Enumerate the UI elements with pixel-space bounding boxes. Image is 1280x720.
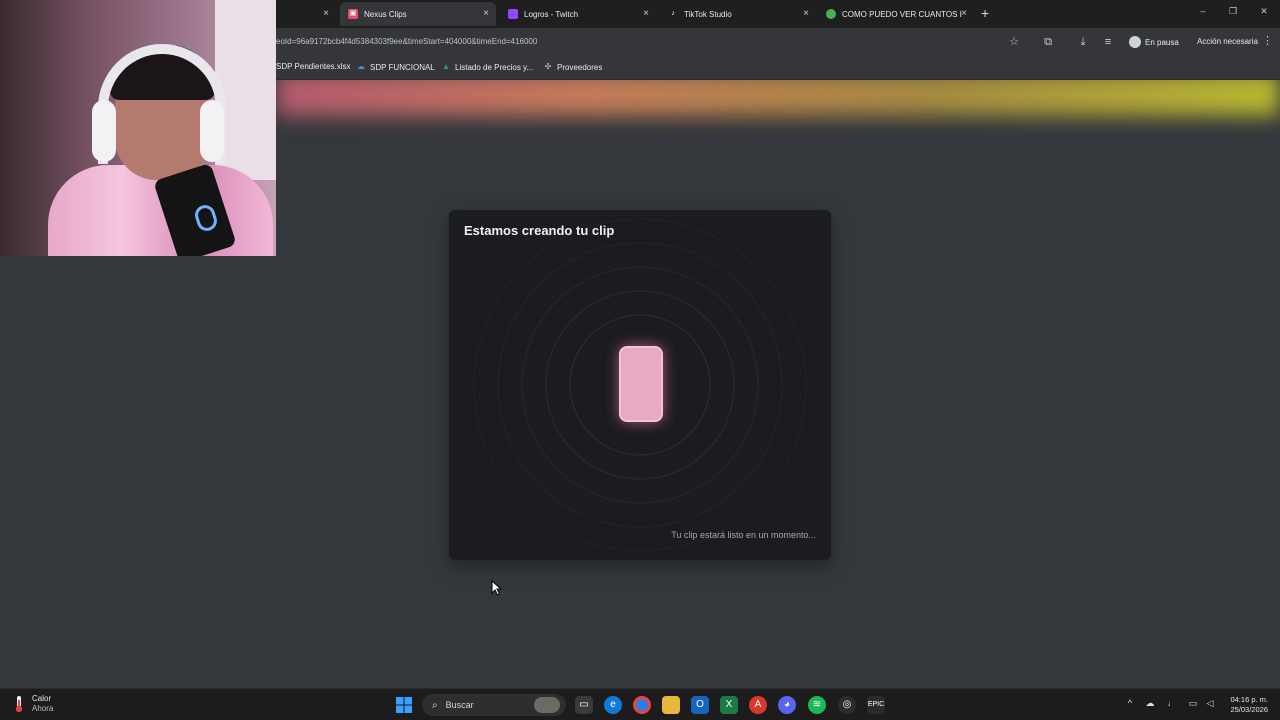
tab-label: Nexus Clips: [364, 9, 407, 19]
file-explorer-icon[interactable]: [662, 696, 680, 714]
search-highlight-image: [534, 697, 560, 713]
microphone-tray-icon[interactable]: ♩: [1165, 698, 1179, 708]
puzzle-icon: ✣: [544, 62, 552, 71]
extensions-icon[interactable]: ⧉: [1041, 35, 1055, 49]
nexus-icon: ▣: [348, 9, 358, 19]
chrome-taskbar-icon[interactable]: [633, 696, 651, 714]
weather-widget[interactable]: Calor Ahora: [14, 694, 53, 714]
tab-partial[interactable]: ×: [276, 2, 336, 26]
bookmark-sdp-funcional[interactable]: ☁ SDP FUNCIONAL: [356, 62, 435, 72]
close-window-icon[interactable]: ✕: [1254, 6, 1274, 17]
volume-icon[interactable]: ◁: [1203, 698, 1217, 709]
close-tab-icon[interactable]: ×: [320, 8, 332, 20]
download-icon[interactable]: ⤓: [1076, 35, 1090, 49]
drive-icon: ▲: [442, 62, 450, 71]
close-tab-icon[interactable]: ×: [800, 8, 812, 20]
tab-label: Logros - Twitch: [524, 9, 579, 19]
system-clock[interactable]: 04:16 p. m. 25/03/2026: [1222, 695, 1268, 715]
profile-avatar-icon: [1129, 36, 1141, 48]
bookmark-label: Listado de Precios y...: [455, 62, 534, 72]
card-title: Estamos creando tu clip: [464, 223, 615, 238]
tab-logros-twitch[interactable]: Logros - Twitch ×: [500, 2, 656, 26]
bookmark-label: Proveedores: [557, 62, 603, 72]
bookmark-sdp-pendientes[interactable]: SDP Pendientes.xlsx: [276, 62, 351, 71]
obs-icon[interactable]: ◎: [838, 696, 856, 714]
header-gradient-glow: [276, 80, 1280, 116]
profile-button[interactable]: En pausa: [1129, 36, 1179, 48]
close-tab-icon[interactable]: ×: [640, 8, 652, 20]
clock-date: 25/03/2026: [1230, 705, 1268, 714]
chrome-icon: [826, 9, 836, 19]
search-label: Buscar: [445, 700, 474, 710]
edge-icon[interactable]: e: [604, 696, 622, 714]
tab-label: COMO PUEDO VER CUANTOS I: [842, 9, 962, 19]
media-control-icon[interactable]: ≡: [1101, 35, 1115, 49]
restore-icon[interactable]: ❐: [1223, 6, 1243, 17]
tray-chevron-icon[interactable]: ^: [1123, 698, 1137, 708]
pdf-reader-icon[interactable]: A: [749, 696, 767, 714]
new-tab-button[interactable]: +: [981, 6, 989, 20]
profile-label: En pausa: [1145, 37, 1179, 47]
onedrive-icon[interactable]: ☁: [1143, 698, 1157, 709]
status-message: Tu clip estará listo en un momento...: [671, 530, 816, 540]
url-field[interactable]: eoId=96a9172bcb4f4d5384303f9ee&timeStart…: [276, 37, 537, 46]
clip-progress-card: Estamos creando tu clip Tu clip estará l…: [449, 210, 831, 560]
search-icon: ⌕: [432, 699, 438, 711]
task-view-icon[interactable]: ▭: [575, 696, 593, 714]
weather-title: Calor: [32, 694, 52, 703]
bookmark-label: SDP FUNCIONAL: [370, 62, 435, 72]
excel-icon[interactable]: X: [720, 696, 738, 714]
menu-kebab-icon[interactable]: ⋮: [1262, 34, 1273, 47]
tiktok-icon: ♪: [671, 10, 675, 17]
headphone-cup-right: [200, 100, 224, 162]
twitch-icon: [508, 9, 518, 19]
action-required-button[interactable]: Acción necesaria: [1197, 37, 1258, 46]
tab-label: TikTok Studio: [684, 9, 732, 19]
tab-como-puedo[interactable]: COMO PUEDO VER CUANTOS I ×: [818, 2, 974, 26]
epic-games-icon[interactable]: EPIC: [867, 696, 885, 714]
discord-icon[interactable]: ◕: [778, 696, 796, 714]
close-tab-icon[interactable]: ×: [480, 8, 492, 20]
thermometer-icon: [15, 696, 23, 713]
tab-nexus-clips[interactable]: ▣ Nexus Clips ×: [340, 2, 496, 26]
cloud-icon: ☁: [357, 62, 365, 71]
minimize-icon[interactable]: –: [1193, 6, 1213, 16]
bookmark-listado-precios[interactable]: ▲ Listado de Precios y...: [441, 62, 533, 72]
bookmark-proveedores[interactable]: ✣ Proveedores: [543, 62, 603, 72]
windows-taskbar: Calor Ahora ⌕ Buscar ▭ e O X A ◕ ≋ ◎ EPI…: [0, 688, 1280, 720]
webcam-overlay: [0, 0, 276, 256]
headphone-cup-left: [92, 100, 116, 162]
taskbar-search[interactable]: ⌕ Buscar: [422, 694, 566, 716]
network-icon[interactable]: ▭: [1186, 698, 1200, 709]
bookmark-label: SDP Pendientes.xlsx: [276, 62, 351, 71]
outlook-icon[interactable]: O: [691, 696, 709, 714]
star-icon[interactable]: ☆: [1007, 35, 1021, 49]
phone-icon: [619, 346, 663, 422]
spotify-icon[interactable]: ≋: [808, 696, 826, 714]
page-left-area: [0, 256, 276, 688]
tab-tiktok-studio[interactable]: ♪ TikTok Studio ×: [660, 2, 816, 26]
windows-start-icon[interactable]: [395, 696, 413, 714]
close-tab-icon[interactable]: ×: [958, 8, 970, 20]
clock-time: 04:16 p. m.: [1230, 695, 1268, 704]
mouse-cursor-icon: [491, 580, 503, 596]
weather-subtitle: Ahora: [32, 704, 54, 713]
